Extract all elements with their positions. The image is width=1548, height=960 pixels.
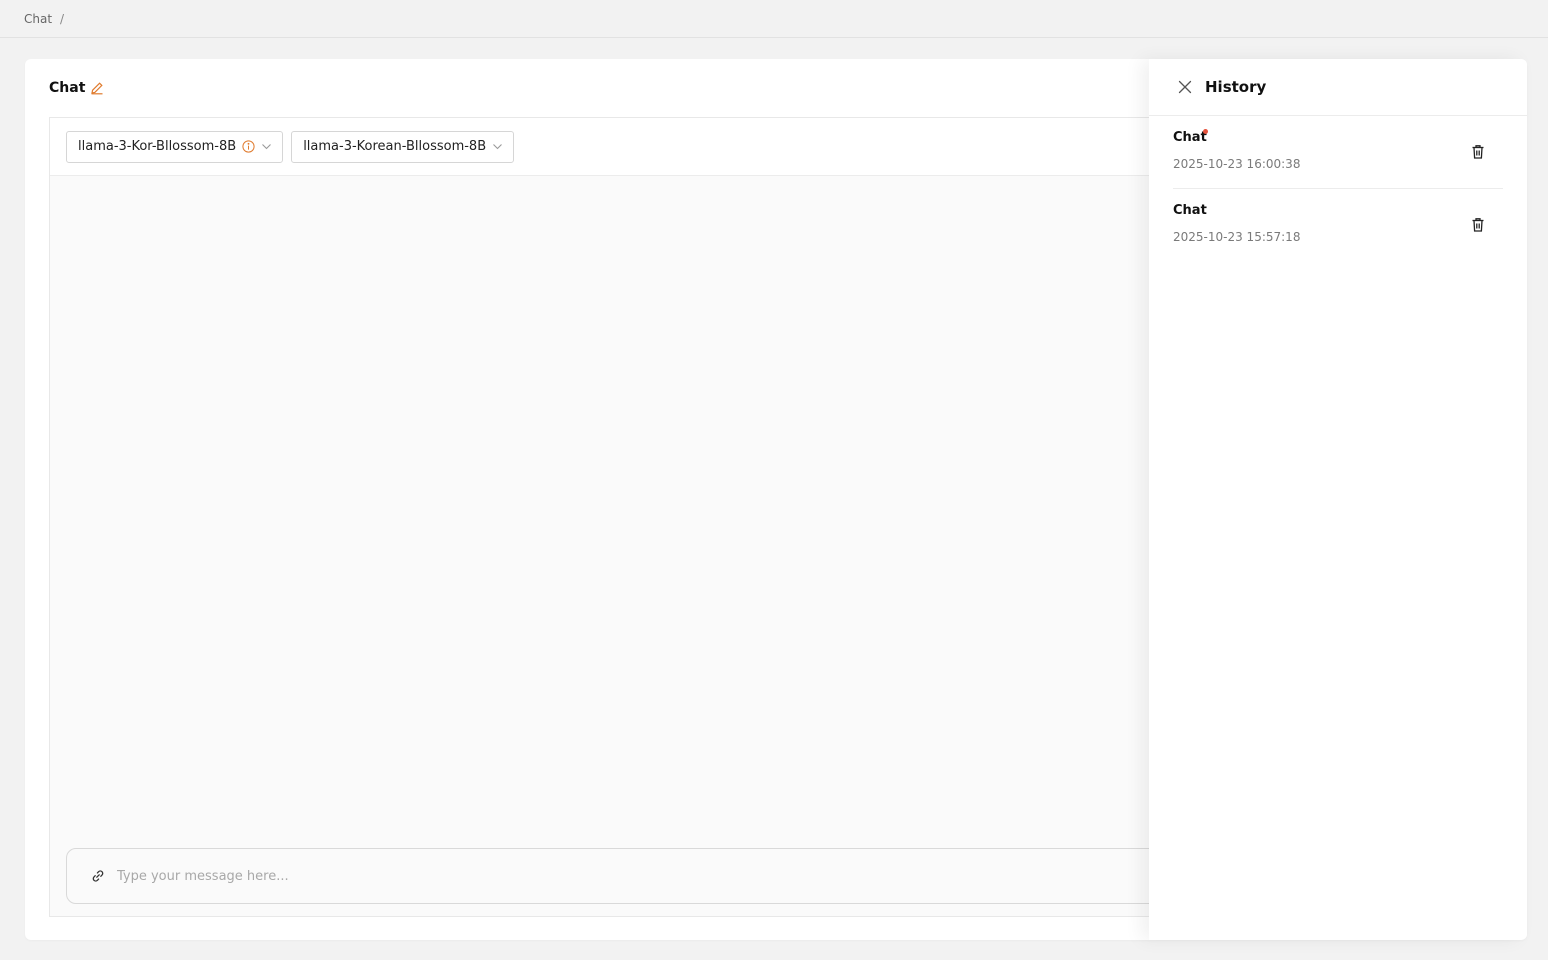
trash-icon[interactable] <box>1471 217 1485 233</box>
model-select-2[interactable]: llama-3-Korean-Bllossom-8B <box>291 130 515 163</box>
unread-dot <box>1203 129 1208 134</box>
breadcrumb: Chat / <box>0 0 1548 38</box>
chevron-down-icon <box>261 141 272 152</box>
history-item[interactable]: Chat 2025-10-23 15:57:18 <box>1173 189 1503 262</box>
history-drawer: History Chat 2025-10-23 16:00:38 Chat 20… <box>1149 59 1527 940</box>
history-item-title: Chat <box>1173 130 1207 145</box>
model-select-label: llama-3-Kor-Bllossom-8B <box>78 139 237 154</box>
history-item[interactable]: Chat 2025-10-23 16:00:38 <box>1173 116 1503 189</box>
breadcrumb-item-chat[interactable]: Chat <box>24 12 52 26</box>
history-list: Chat 2025-10-23 16:00:38 Chat 2025-10-23… <box>1149 116 1527 262</box>
trash-icon[interactable] <box>1471 144 1485 160</box>
link-icon[interactable] <box>91 869 105 883</box>
history-item-timestamp: 2025-10-23 16:00:38 <box>1173 157 1301 171</box>
history-header: History <box>1149 59 1527 116</box>
pencil-icon[interactable] <box>90 81 104 95</box>
message-input[interactable] <box>117 868 1017 884</box>
model-select-1[interactable]: llama-3-Kor-Bllossom-8B <box>66 130 284 163</box>
history-title: History <box>1205 78 1267 96</box>
breadcrumb-separator: / <box>60 11 65 26</box>
history-item-timestamp: 2025-10-23 15:57:18 <box>1173 230 1301 244</box>
history-item-title: Chat <box>1173 203 1207 218</box>
close-icon[interactable] <box>1177 79 1193 95</box>
model-select-label: llama-3-Korean-Bllossom-8B <box>303 139 487 154</box>
chevron-down-icon <box>492 141 503 152</box>
info-icon[interactable] <box>242 140 255 153</box>
page-title: Chat <box>49 80 86 96</box>
chat-title-row: Chat <box>49 78 104 98</box>
